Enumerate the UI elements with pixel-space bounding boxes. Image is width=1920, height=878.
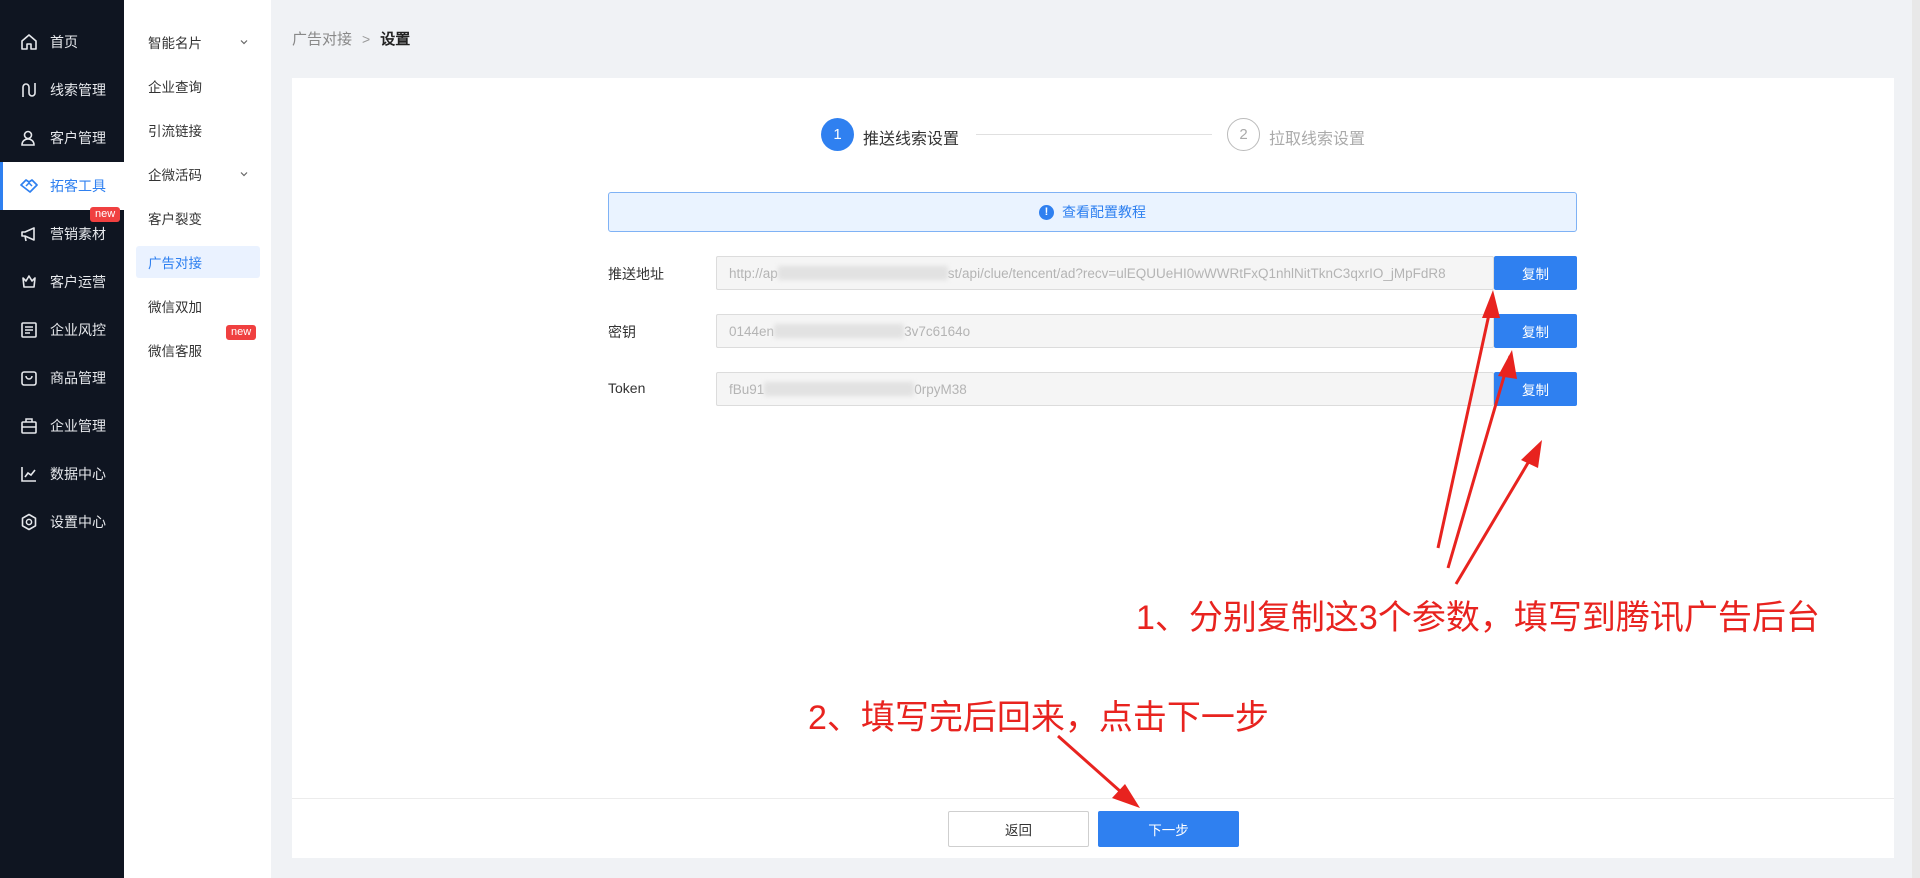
subnav-item-smart-card[interactable]: 智能名片 xyxy=(136,26,260,58)
step-2-number: 2 xyxy=(1227,118,1260,151)
nav-item-leads[interactable]: 线索管理 xyxy=(0,66,124,114)
secondary-sidebar: 智能名片 企业查询 引流链接 企微活码 客户裂变 广告对接 微信双加 new 微… xyxy=(124,0,271,878)
subnav-item-label: 广告对接 xyxy=(148,256,202,271)
nav-item-label: 企业风控 xyxy=(50,322,106,338)
step-connector xyxy=(976,134,1212,135)
nav-item-acquisition-tools[interactable]: 拓客工具 xyxy=(0,162,124,210)
subnav-item-company-lookup[interactable]: 企业查询 xyxy=(136,70,260,102)
step-1-label: 推送线索设置 xyxy=(863,131,960,148)
nav-item-label: 首页 xyxy=(50,34,78,50)
next-step-button[interactable]: 下一步 xyxy=(1098,811,1239,847)
redacted-blur xyxy=(774,324,905,338)
field-value-start: 0144en xyxy=(729,323,775,339)
route-icon xyxy=(18,79,40,101)
settings-card: 1 推送线索设置 2 拉取线索设置 ! 查看配置教程 推送地址 http://a… xyxy=(292,78,1894,858)
nav-item-label: 设置中心 xyxy=(50,514,106,530)
megaphone-icon xyxy=(18,223,40,245)
trend-icon xyxy=(18,463,40,485)
nav-item-label: 商品管理 xyxy=(50,370,106,386)
nav-item-label: 客户管理 xyxy=(50,130,106,146)
nav-item-label: 客户运营 xyxy=(50,274,106,290)
subnav-item-label: 客户裂变 xyxy=(148,212,202,227)
list-icon xyxy=(18,319,40,341)
annotation-click-next: 2、填写完后回来，点击下一步 xyxy=(808,699,1269,737)
nav-item-label: 数据中心 xyxy=(50,466,106,482)
subnav-item-label: 微信客服 xyxy=(148,344,202,359)
nav-item-risk-control[interactable]: 企业风控 xyxy=(0,306,124,354)
chevron-right-icon: > xyxy=(362,30,371,47)
field-value-end: st/api/clue/tencent/ad?recv=ulEQUUeHI0wW… xyxy=(947,265,1446,281)
subnav-item-label: 引流链接 xyxy=(148,124,202,139)
breadcrumb: 广告对接 > 设置 xyxy=(292,28,410,49)
nav-item-customers[interactable]: 客户管理 xyxy=(0,114,124,162)
chevron-down-icon xyxy=(240,172,248,177)
field-value-end: 0rpyM38 xyxy=(914,381,967,397)
nav-item-label: 企业管理 xyxy=(50,418,106,434)
nav-item-customer-ops[interactable]: 客户运营 xyxy=(0,258,124,306)
subnav-item-label: 智能名片 xyxy=(148,36,202,51)
nav-item-enterprise[interactable]: 企业管理 xyxy=(0,402,124,450)
handshake-icon xyxy=(18,175,40,197)
secret-key-field[interactable]: 0144en 3v7c6164o xyxy=(716,314,1494,348)
tutorial-link-text: 查看配置教程 xyxy=(1062,204,1146,220)
nav-item-home[interactable]: 首页 xyxy=(0,18,124,66)
token-field[interactable]: fBu91 0rpyM38 xyxy=(716,372,1494,406)
redacted-blur xyxy=(777,266,948,280)
subnav-item-label: 企业查询 xyxy=(148,80,202,95)
copy-secret-key-button[interactable]: 复制 xyxy=(1494,314,1577,348)
secret-key-label: 密钥 xyxy=(608,324,636,340)
push-url-label: 推送地址 xyxy=(608,266,664,282)
crown-icon xyxy=(18,271,40,293)
redacted-blur xyxy=(764,382,915,396)
nav-item-label: 拓客工具 xyxy=(50,178,106,194)
copy-push-url-button[interactable]: 复制 xyxy=(1494,256,1577,290)
home-icon xyxy=(18,31,40,53)
token-label: Token xyxy=(608,380,646,396)
subnav-item-wechat-service[interactable]: 微信客服 xyxy=(136,334,260,366)
chevron-down-icon xyxy=(240,40,248,45)
subnav-item-wechat-double-add[interactable]: 微信双加 xyxy=(136,290,260,322)
nav-item-label: 线索管理 xyxy=(50,82,106,98)
annotation-copy-params: 1、分别复制这3个参数，填写到腾讯广告后台 xyxy=(1136,599,1820,637)
nav-item-marketing-assets[interactable]: 营销素材 xyxy=(0,210,124,258)
info-icon: ! xyxy=(1039,204,1054,220)
primary-sidebar: 首页 线索管理 客户管理 拓客工具 new 营销素材 客户运营 企业风控 商品管… xyxy=(0,0,124,878)
scrollbar[interactable] xyxy=(1912,0,1920,878)
users-icon xyxy=(18,127,40,149)
nav-item-label: 营销素材 xyxy=(50,226,106,242)
subnav-item-label: 微信双加 xyxy=(148,300,202,315)
tutorial-link[interactable]: ! 查看配置教程 xyxy=(608,192,1577,232)
field-value-start: http://ap xyxy=(729,265,778,281)
subnav-item-label: 企微活码 xyxy=(148,168,202,183)
subnav-item-customer-fission[interactable]: 客户裂变 xyxy=(136,202,260,234)
bag-icon xyxy=(18,367,40,389)
nav-item-settings[interactable]: 设置中心 xyxy=(0,498,124,546)
step-1-number: 1 xyxy=(821,118,854,151)
push-url-field[interactable]: http://ap st/api/clue/tencent/ad?recv=ul… xyxy=(716,256,1494,290)
field-value-start: fBu91 xyxy=(729,381,765,397)
back-button[interactable]: 返回 xyxy=(948,811,1089,847)
footer-divider xyxy=(292,798,1894,799)
subnav-item-traffic-link[interactable]: 引流链接 xyxy=(136,114,260,146)
briefcase-icon xyxy=(18,415,40,437)
breadcrumb-current: 设置 xyxy=(380,31,411,48)
copy-token-button[interactable]: 复制 xyxy=(1494,372,1577,406)
subnav-item-wecom-qrcode[interactable]: 企微活码 xyxy=(136,158,260,190)
breadcrumb-parent[interactable]: 广告对接 xyxy=(292,28,352,49)
nav-item-products[interactable]: 商品管理 xyxy=(0,354,124,402)
subnav-item-ad-integration[interactable]: 广告对接 xyxy=(136,246,260,278)
step-2-label: 拉取线索设置 xyxy=(1269,131,1366,148)
field-value-end: 3v7c6164o xyxy=(904,323,971,339)
settings-icon xyxy=(18,511,40,533)
nav-item-data-center[interactable]: 数据中心 xyxy=(0,450,124,498)
